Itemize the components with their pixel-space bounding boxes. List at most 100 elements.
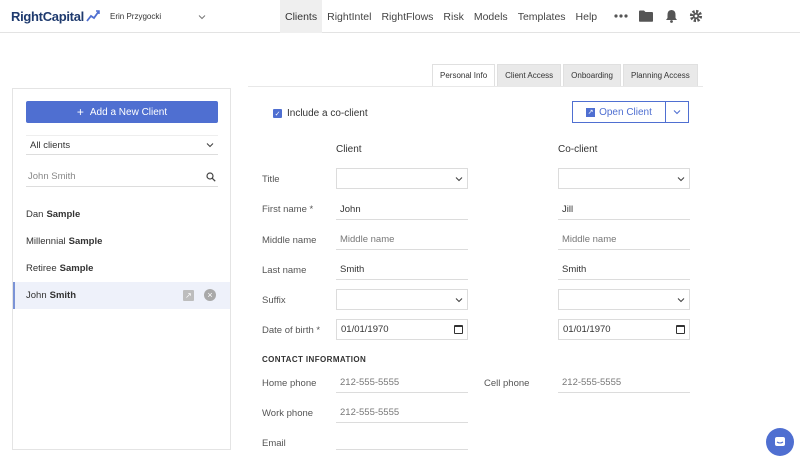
gear-icon[interactable] (688, 8, 704, 24)
more-icon[interactable] (613, 8, 629, 24)
open-external-icon: ↗ (586, 107, 596, 117)
calendar-icon[interactable] (676, 325, 685, 334)
open-external-icon[interactable]: ↗ (183, 289, 194, 301)
client-first-name: Millennial (26, 236, 66, 247)
dob-label: Date of birth * (262, 325, 321, 336)
client-row-retiree-sample[interactable]: Retiree Sample (13, 255, 230, 282)
bell-icon[interactable] (663, 8, 679, 24)
coclient-middle-name-field[interactable]: Middle name (558, 229, 690, 250)
client-row-john-smith[interactable]: John Smith ↗ × (13, 282, 230, 309)
coclient-dob-value: 01/01/1970 (563, 324, 611, 335)
home-phone-field[interactable]: 212-555-5555 (336, 372, 468, 393)
advisor-name: Erin Przygocki (110, 12, 162, 21)
remove-icon[interactable]: × (204, 289, 216, 301)
chevron-down-icon (673, 110, 681, 115)
client-middle-name-field[interactable]: Middle name (336, 229, 468, 250)
coclient-first-name-field[interactable]: Jill (558, 199, 690, 220)
client-list: Dan Sample Millennial Sample Retiree Sample… (13, 201, 230, 309)
checkbox-checked-icon[interactable]: ✓ (273, 109, 282, 118)
cell-phone-field[interactable]: 212-555-5555 (558, 372, 690, 393)
tab-client-access[interactable]: Client Access (497, 64, 562, 86)
client-last-name: Sample (68, 236, 103, 247)
client-search (26, 167, 218, 187)
client-dob-field[interactable]: 01/01/1970 (336, 319, 468, 340)
client-filter-select[interactable]: All clients (26, 135, 218, 155)
client-sidebar: + Add a New Client All clients DanSample… (12, 88, 231, 450)
nav-models[interactable]: Models (469, 0, 513, 33)
nav-rightflows[interactable]: RightFlows (376, 0, 438, 33)
header-icons (613, 7, 704, 25)
nav-clients[interactable]: Clients (280, 0, 323, 33)
first-name-label: First name * (262, 204, 314, 215)
plus-icon: + (76, 105, 84, 119)
client-first-name: Retiree (26, 263, 57, 274)
client-last-name: Sample (59, 263, 94, 274)
client-dob-value: 01/01/1970 (341, 324, 389, 335)
work-phone-label: Work phone (262, 408, 314, 419)
client-last-name: Smith (49, 290, 76, 301)
client-row-actions: ↗ × (183, 289, 216, 301)
include-coclient-label: Include a co-client (287, 108, 368, 119)
coclient-column-header: Co-client (558, 144, 598, 155)
main-nav: Clients RightIntel RightFlows Risk Model… (280, 0, 602, 33)
coclient-dob-field[interactable]: 01/01/1970 (558, 319, 690, 340)
cell-phone-label: Cell phone (484, 378, 530, 389)
add-new-client-button[interactable]: + Add a New Client (26, 101, 218, 123)
chevron-down-icon (206, 143, 214, 148)
client-first-name: John (26, 290, 47, 301)
last-name-label: Last name (262, 265, 307, 276)
include-coclient-toggle[interactable]: ✓ Include a co-client (273, 108, 368, 119)
middle-name-label: Middle name (262, 235, 317, 246)
tab-personal-info[interactable]: Personal Info (432, 64, 496, 86)
client-search-input[interactable] (28, 171, 188, 182)
folder-icon[interactable] (638, 8, 654, 24)
client-column-header: Client (336, 144, 362, 155)
chevron-down-icon (455, 297, 463, 302)
rightcapital-logo[interactable]: RightCapital (11, 7, 100, 25)
email-label: Email (262, 438, 286, 449)
tab-onboarding[interactable]: Onboarding (563, 64, 621, 86)
chevron-down-icon (455, 176, 463, 181)
chevron-down-icon (198, 14, 206, 19)
advisor-select[interactable]: Erin Przygocki (110, 10, 206, 23)
nav-rightintel[interactable]: RightIntel (322, 0, 376, 33)
nav-risk[interactable]: Risk (438, 0, 468, 33)
client-tabs: Personal Info Client Access Onboarding P… (432, 64, 698, 86)
email-field[interactable] (336, 432, 468, 450)
nav-templates[interactable]: Templates (513, 0, 571, 33)
personal-info-form: ✓ Include a co-client ↗ Open Client Clie… (248, 86, 703, 450)
nav-help[interactable]: Help (571, 0, 603, 33)
logo-text: RightCapital (11, 8, 84, 24)
client-last-name-field[interactable]: Smith (336, 259, 468, 280)
client-filter-value: All clients (30, 139, 71, 151)
coclient-title-select[interactable] (558, 168, 690, 189)
title-label: Title (262, 174, 280, 185)
open-client-menu-button[interactable] (666, 101, 689, 123)
client-title-select[interactable] (336, 168, 468, 189)
work-phone-field[interactable]: 212-555-5555 (336, 402, 468, 423)
chat-icon (775, 437, 785, 446)
chat-launcher-button[interactable] (766, 428, 794, 456)
add-new-client-label: Add a New Client (89, 106, 168, 118)
contact-information-heading: CONTACT INFORMATION (262, 355, 367, 364)
tab-planning-access[interactable]: Planning Access (622, 64, 698, 86)
open-client-label: Open Client (599, 106, 652, 118)
client-last-name: Sample (46, 209, 81, 220)
coclient-suffix-select[interactable] (558, 289, 690, 310)
logo-chart-icon (86, 10, 100, 22)
search-icon[interactable] (206, 171, 216, 182)
open-client-split-button: ↗ Open Client (572, 101, 689, 123)
calendar-icon[interactable] (454, 325, 463, 334)
client-first-name-field[interactable]: John (336, 199, 468, 220)
client-first-name: Dan (26, 209, 44, 220)
client-row-dan-sample[interactable]: Dan Sample (13, 201, 230, 228)
client-suffix-select[interactable] (336, 289, 468, 310)
chevron-down-icon (677, 297, 685, 302)
top-navigation-bar: RightCapital Erin Przygocki Clients Righ… (0, 0, 800, 33)
suffix-label: Suffix (262, 295, 286, 306)
open-client-button[interactable]: ↗ Open Client (572, 101, 666, 123)
home-phone-label: Home phone (262, 378, 317, 389)
coclient-last-name-field[interactable]: Smith (558, 259, 690, 280)
chevron-down-icon (677, 176, 685, 181)
client-row-millennial-sample[interactable]: Millennial Sample (13, 228, 230, 255)
